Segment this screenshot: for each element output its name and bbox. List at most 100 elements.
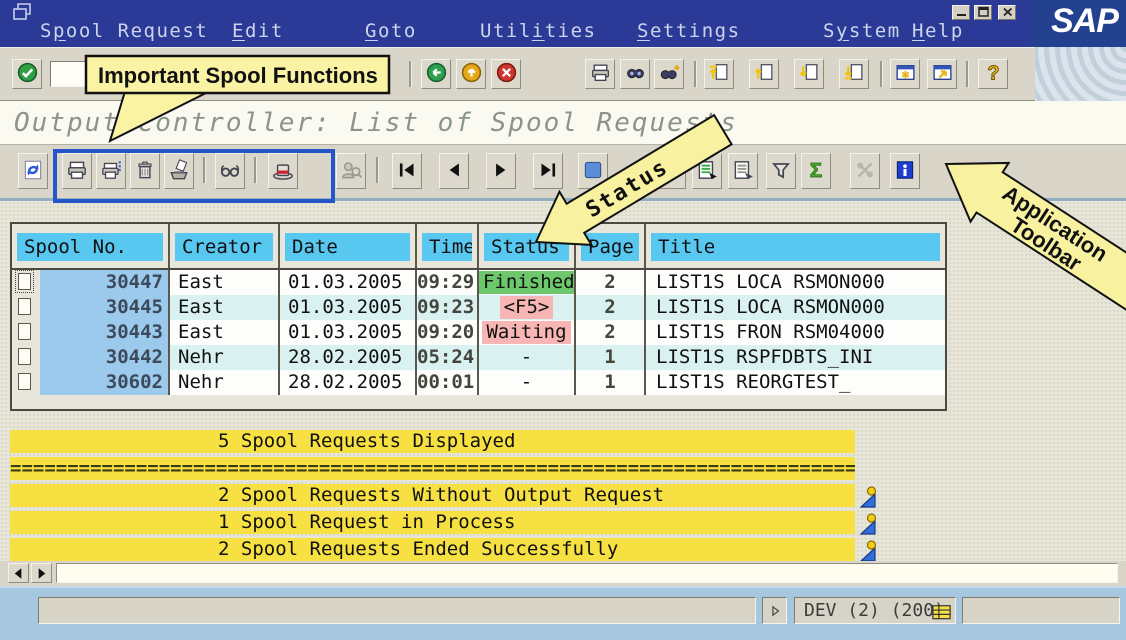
message-text: 5 Spool Requests Displayed xyxy=(10,430,855,453)
info-button[interactable] xyxy=(890,153,920,189)
filter-button[interactable] xyxy=(766,153,796,189)
find-icon xyxy=(624,61,647,87)
toolbar-separator xyxy=(254,157,256,183)
insert-page-button[interactable] xyxy=(164,153,194,189)
display-list-button[interactable] xyxy=(692,153,722,189)
message-row: 2 Spool Requests Without Output Request xyxy=(10,484,910,507)
last-item-button[interactable] xyxy=(533,153,563,189)
help-icon: ? xyxy=(982,61,1005,87)
close-button[interactable] xyxy=(998,5,1016,20)
new-session-button[interactable] xyxy=(890,59,920,89)
sum-button[interactable]: Σ xyxy=(801,153,831,189)
display-details-button[interactable] xyxy=(728,153,758,189)
row-select-checkbox[interactable] xyxy=(18,298,31,315)
page-cell: 1 xyxy=(576,345,646,370)
refresh-button[interactable] xyxy=(18,153,48,189)
page-title: Output Controller: List of Spool Request… xyxy=(14,108,738,138)
exit-button[interactable] xyxy=(456,59,486,89)
scrollbar-track[interactable] xyxy=(56,563,1118,583)
date-cell: 01.03.2005 xyxy=(280,270,417,295)
time-cell: 09:23 xyxy=(417,295,479,320)
delete-button[interactable] xyxy=(130,153,160,189)
command-field[interactable] xyxy=(50,61,235,87)
row-select-checkbox[interactable] xyxy=(18,273,31,290)
column-header-label: Spool No. xyxy=(17,233,163,261)
content-area: Spool No.CreatorDateTimeStatusPageTitle 3… xyxy=(0,201,1126,561)
back-button[interactable] xyxy=(421,59,451,89)
status-cell: Waiting xyxy=(479,320,576,345)
spool-number[interactable]: 30443 xyxy=(40,320,168,345)
first-page-button[interactable] xyxy=(704,59,734,89)
scroll-right-button[interactable] xyxy=(31,563,52,583)
column-header-date[interactable]: Date xyxy=(280,224,417,268)
column-header-time[interactable]: Time xyxy=(417,224,479,268)
services-list-icon[interactable] xyxy=(932,602,951,619)
print-with-params-button[interactable] xyxy=(96,153,126,189)
sort-ascending-button[interactable] xyxy=(578,153,608,189)
sort-descending-button[interactable] xyxy=(656,153,686,189)
find-button[interactable] xyxy=(620,59,650,89)
minimize-button[interactable] xyxy=(952,5,970,20)
creator-cell: Nehr xyxy=(170,345,280,370)
column-header-creator[interactable]: Creator xyxy=(170,224,280,268)
title-cell: LIST1S RSPFDBTS_INI xyxy=(646,345,945,370)
create-shortcut-button[interactable] xyxy=(927,59,957,89)
menu-settings[interactable]: Settings xyxy=(637,20,741,44)
spool-detail-person-icon[interactable] xyxy=(859,540,879,563)
sort-ascending-icon xyxy=(581,158,605,185)
spool-number[interactable]: 30445 xyxy=(40,295,168,320)
time-cell: 00:01 xyxy=(417,370,479,395)
menu-utilities[interactable]: Utilities xyxy=(480,20,596,44)
menu-system[interactable]: System xyxy=(823,20,901,44)
scroll-left-button[interactable] xyxy=(8,563,29,583)
display-contents-button[interactable] xyxy=(215,153,245,189)
help-button[interactable]: ? xyxy=(978,59,1008,89)
column-header-status[interactable]: Status xyxy=(479,224,576,268)
print-directly-button[interactable] xyxy=(62,153,92,189)
previous-item-button[interactable] xyxy=(439,153,469,189)
row-select-checkbox[interactable] xyxy=(18,323,31,340)
cancel-icon xyxy=(495,61,518,87)
row-select-checkbox[interactable] xyxy=(18,348,31,365)
maximize-icon xyxy=(976,5,991,21)
last-page-button[interactable] xyxy=(839,59,869,89)
enter-button[interactable] xyxy=(12,59,42,89)
spool-detail-person-icon[interactable] xyxy=(859,513,879,536)
column-header-title[interactable]: Title xyxy=(646,224,945,268)
cancel-button[interactable] xyxy=(491,59,521,89)
page-up-button[interactable] xyxy=(749,59,779,89)
enter-icon xyxy=(16,61,39,87)
page-down-button[interactable] xyxy=(794,59,824,89)
spool-number[interactable]: 30442 xyxy=(40,345,168,370)
menu-spool-request[interactable]: Spool Request xyxy=(40,20,208,44)
column-header-label: Status xyxy=(484,233,569,261)
spool-number[interactable]: 30447 xyxy=(40,270,168,295)
print-button[interactable] xyxy=(585,59,615,89)
column-header-page[interactable]: Page xyxy=(576,224,646,268)
menu-help[interactable]: Help xyxy=(912,20,964,44)
first-item-button[interactable] xyxy=(392,153,422,189)
date-cell: 01.03.2005 xyxy=(280,295,417,320)
maximize-button[interactable] xyxy=(974,5,992,20)
spool-number[interactable]: 30602 xyxy=(40,370,168,395)
status-expand-button[interactable] xyxy=(762,597,787,624)
row-select-checkbox[interactable] xyxy=(18,373,31,390)
window-system-icon[interactable] xyxy=(12,2,34,22)
status-cell: Finished xyxy=(479,270,576,295)
date-cell: 28.02.2005 xyxy=(280,370,417,395)
next-item-button[interactable] xyxy=(486,153,516,189)
page-down-icon xyxy=(798,61,821,87)
close-icon xyxy=(1000,5,1015,21)
menu-edit[interactable]: Edit xyxy=(232,20,284,44)
column-header-spool-no-[interactable]: Spool No. xyxy=(12,224,170,268)
sum-icon: Σ xyxy=(804,158,828,185)
horizontal-scrollbar[interactable] xyxy=(0,561,1126,586)
spool-no-cell: 30602 xyxy=(12,370,170,395)
system-session-field[interactable]: DEV (2) (200) xyxy=(794,597,956,624)
sort-descending-icon xyxy=(659,158,683,185)
creator-cell: East xyxy=(170,270,280,295)
spool-detail-person-icon[interactable] xyxy=(859,486,879,509)
menu-goto[interactable]: Goto xyxy=(365,20,417,44)
output-device-button[interactable] xyxy=(268,153,298,189)
find-next-button[interactable] xyxy=(654,59,684,89)
